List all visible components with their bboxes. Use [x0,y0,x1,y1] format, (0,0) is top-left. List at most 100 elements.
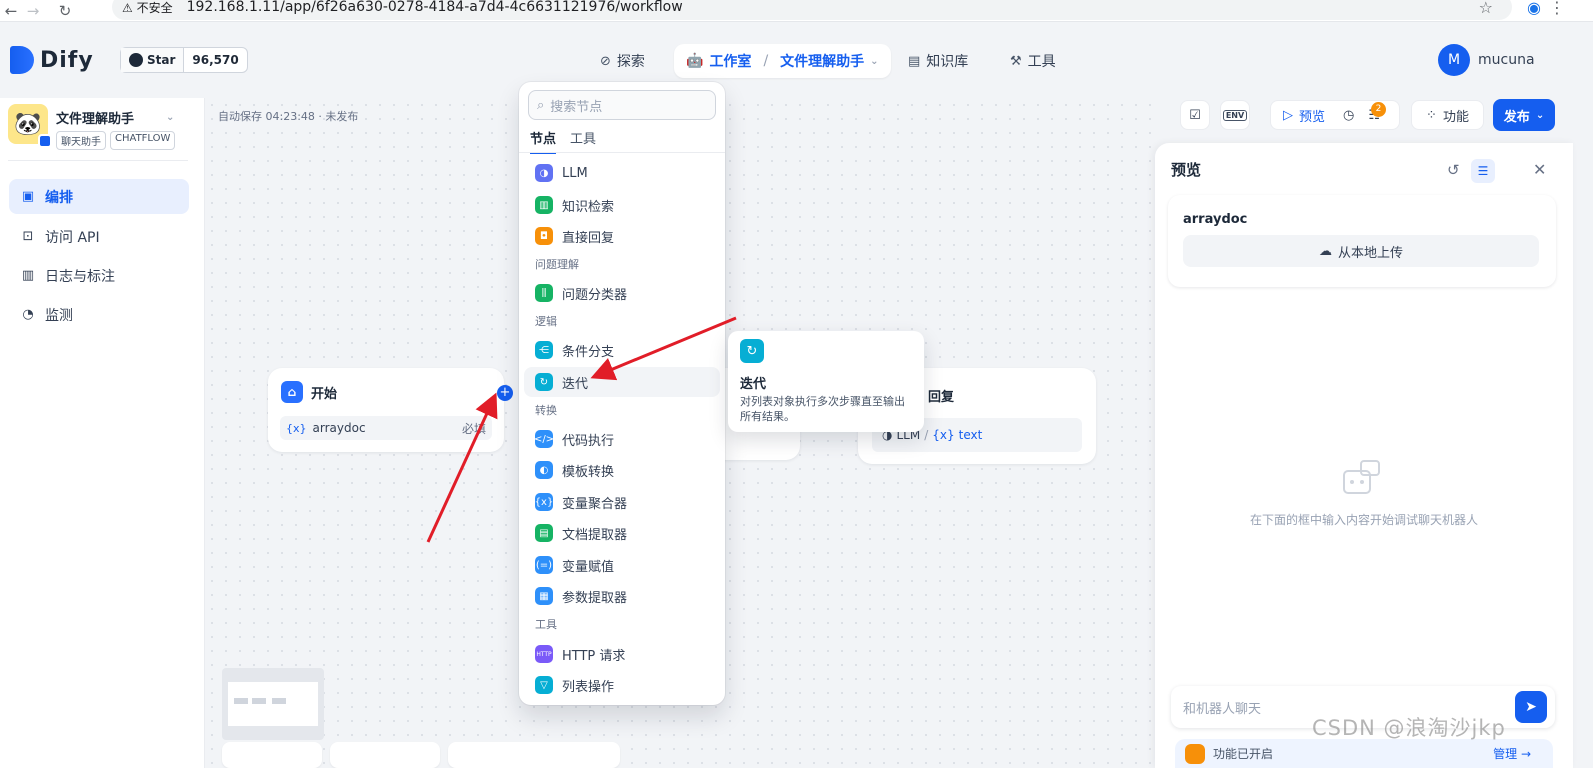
picker-item-llm[interactable]: ◑ LLM [524,158,720,188]
publish-label: 发布 [1503,109,1530,125]
preview-label: 预览 [1299,109,1326,125]
divider [8,160,188,161]
terminal-icon: ⊡ [22,229,34,244]
picker-item-http[interactable]: HTTP HTTP 请求 [524,639,720,669]
github-star-button[interactable]: Star 96,570 [120,47,248,73]
book-icon: ▤ [908,53,921,69]
add-node-plus-icon[interactable]: + [497,385,513,401]
search-input[interactable]: ⌕ 搜索节点 [528,90,716,120]
left-sidebar: 🐼 文件理解助手 ⌄ 聊天助手 CHATFLOW ▣ 编排 ⊡ 访问 API ▥ … [0,98,205,768]
chevron-down-icon[interactable]: ⌄ [870,56,878,67]
play-icon: ▷ [1283,107,1293,123]
sidebar-item-api[interactable]: ⊡ 访问 API [9,219,189,254]
picker-item-label: 迭代 [562,376,589,392]
picker-item-label: 直接回复 [562,230,615,246]
url-text[interactable]: 192.168.1.11/app/6f26a630-0278-4184-a7d4… [187,0,683,15]
zoom-control[interactable] [222,742,322,768]
chevron-down-icon: ⌄ [1535,109,1545,121]
picker-item-aggregator[interactable]: {x} 变量聚合器 [524,487,720,517]
section-understand: 问题理解 [535,258,579,271]
picker-item-code[interactable]: </> 代码执行 [524,424,720,454]
picker-item-answer[interactable]: ◘ 直接回复 [524,221,720,251]
compass-icon: ⊘ [600,53,611,69]
picker-item-doc-extractor[interactable]: ▤ 文档提取器 [524,518,720,548]
history-icon[interactable]: ◷ [1343,108,1354,123]
preview-title: 预览 [1171,161,1202,179]
env-button[interactable]: ENV [1220,100,1250,130]
reply-icon: ◘ [535,227,553,245]
dify-logo[interactable]: Dify [10,46,94,74]
picker-item-list-operator[interactable]: ▽ 列表操作 [524,670,720,700]
file-icon: ▥ [21,268,35,283]
layout-icon: ▣ [21,189,35,204]
undo-redo-controls[interactable] [330,742,440,768]
forward-icon[interactable]: → [22,2,44,20]
picker-item-iteration[interactable]: ↻ 迭代 [524,367,720,397]
close-icon[interactable]: ✕ [1533,160,1546,179]
send-icon[interactable]: ➤ [1515,691,1547,723]
checklist-badge: 2 [1371,101,1387,117]
picker-item-assigner[interactable]: (=) 变量赋值 [524,550,720,580]
answer-node-title: 回复 [928,390,955,405]
user-name: mucuna [1478,52,1535,68]
profile-icon[interactable]: ◉ [1527,0,1541,17]
sidebar-item-label: 访问 API [45,229,100,246]
chevron-down-icon[interactable]: ⌄ [166,112,174,123]
variable-icon: {x} [286,421,307,435]
nav-studio[interactable]: 🤖 工作室 / 文件理解助手 ⌄ [674,44,891,78]
app-name: 文件理解助手 [56,112,135,127]
features-button[interactable]: ⁘ 功能 [1411,100,1484,130]
picker-item-label: 条件分支 [562,344,615,360]
tab-tools[interactable]: 工具 [570,128,596,154]
checklist-icon[interactable]: ☷2 [1368,101,1387,123]
reload-icon[interactable]: ↻ [54,2,76,20]
variables-toggle-icon[interactable]: ☰ [1471,159,1495,183]
nav-explore-label: 探索 [616,54,645,70]
nav-explore[interactable]: ⊘ 探索 [600,44,645,78]
canvas-tool-controls[interactable] [448,742,620,768]
current-app-name[interactable]: 文件理解助手 [780,51,864,71]
upload-local-button[interactable]: ☁ 从本地上传 [1183,235,1539,267]
required-label: 必填 [461,421,486,436]
gauge-icon: ◔ [22,307,34,322]
sidebar-item-monitor[interactable]: ◔ 监测 [9,297,189,332]
picker-item-param-extractor[interactable]: ▦ 参数提取器 [524,581,720,611]
picker-item-knowledge[interactable]: ▥ 知识检索 [524,190,720,220]
sidebar-item-logs[interactable]: ▥ 日志与标注 [9,258,189,293]
picker-item-classifier[interactable]: ⫼ 问题分类器 [524,278,720,308]
browser-menu-icon[interactable]: ⋮ [1549,0,1565,17]
robot-icon: 🤖 [686,53,704,69]
picker-item-label: 文档提取器 [562,527,628,543]
picker-item-label: 模板转换 [562,464,615,480]
address-bar[interactable]: ⚠ 不安全 192.168.1.11/app/6f26a630-0278-418… [112,0,1512,20]
empty-hint: 在下面的框中输入内容开始调试聊天机器人 [1249,513,1478,527]
nav-tools[interactable]: ⚒ 工具 [1010,44,1056,78]
tooltip-title: 迭代 [740,377,767,392]
picker-item-ifelse[interactable]: ⋲ 条件分支 [524,335,720,365]
picker-item-template[interactable]: ◐ 模板转换 [524,455,720,485]
picker-item-label: HTTP 请求 [562,648,626,664]
manage-link[interactable]: 管理 → [1493,745,1531,762]
minimap[interactable] [222,668,324,740]
nav-knowledge[interactable]: ▤ 知识库 [908,44,968,78]
start-node-title: 开始 [311,386,338,402]
preview-panel: 预览 ↺ ☰ ✕ arraydoc ☁ 从本地上传 在下面的框中输入内容开始调试… [1155,143,1573,768]
checklist-button[interactable]: ☑ [1180,100,1210,130]
tab-nodes[interactable]: 节点 [530,128,557,154]
publish-button[interactable]: 发布 ⌄ [1493,99,1555,131]
app-info[interactable]: 🐼 文件理解助手 ⌄ 聊天助手 CHATFLOW [8,104,176,150]
preview-group: ▷ 预览 ◷ ☷2 [1270,100,1400,130]
reset-icon[interactable]: ↺ [1447,161,1460,179]
start-node[interactable]: ⌂ 开始 {x} arraydoc 必填 [268,368,504,452]
bookmark-star-icon[interactable]: ☆ [1479,0,1493,17]
picker-item-label: 代码执行 [562,433,615,449]
app-header: Dify Star 96,570 ⊘ 探索 🤖 工作室 / 文件理解助手 ⌄ ▤… [0,22,1593,98]
preview-button[interactable]: ▷ 预览 [1283,106,1325,125]
insecure-label[interactable]: ⚠ 不安全 [122,0,173,16]
user-menu[interactable]: M mucuna [1438,44,1535,76]
github-star-count: 96,570 [192,53,239,67]
picker-item-label: 参数提取器 [562,590,628,606]
grid-icon: ▦ [535,587,553,605]
sidebar-item-orchestrate[interactable]: ▣ 编排 [9,179,189,214]
back-icon[interactable]: ← [0,2,22,20]
